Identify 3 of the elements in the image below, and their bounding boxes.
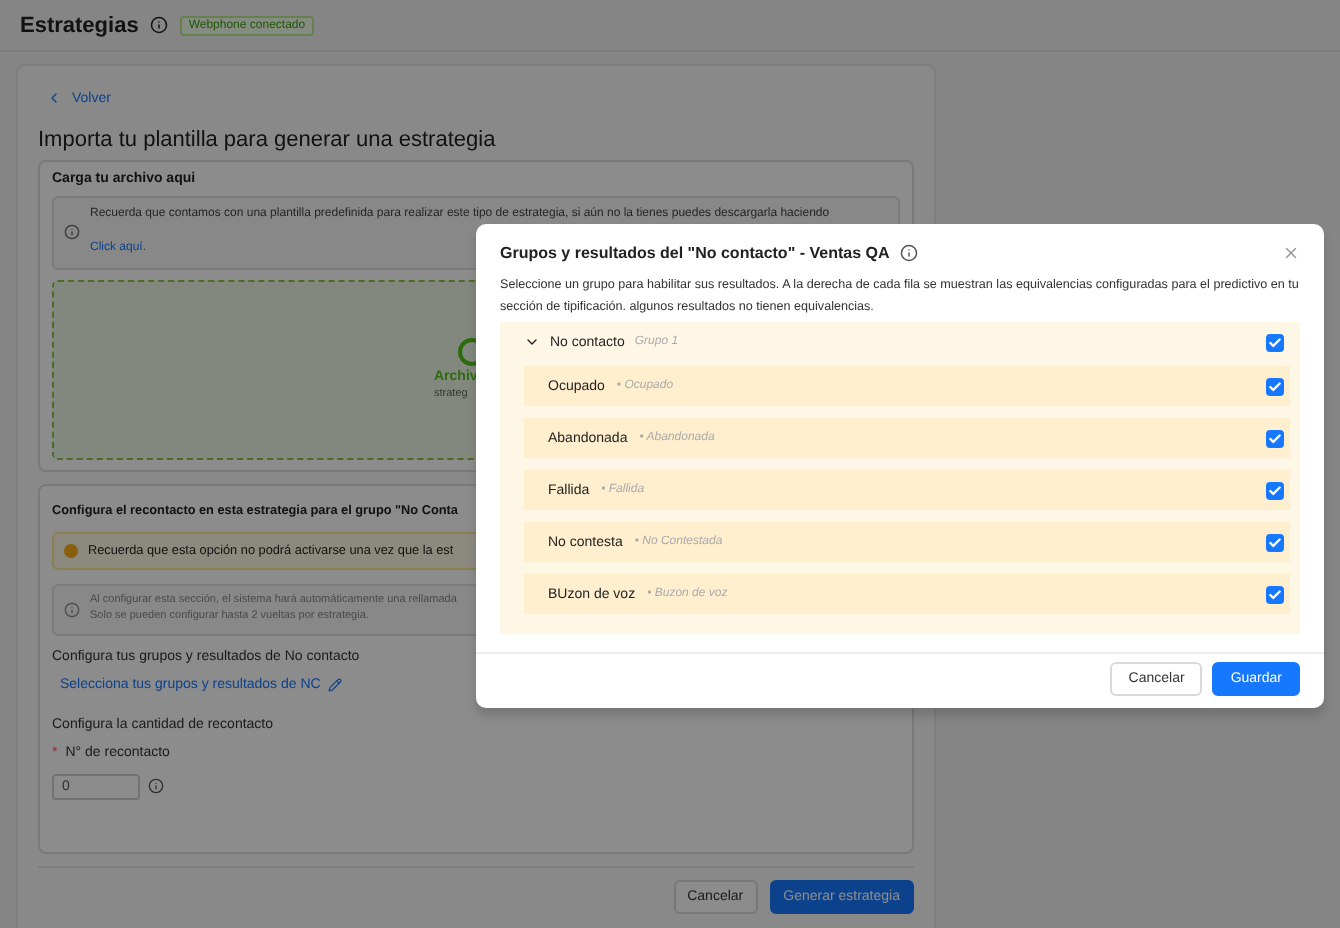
- section-title: Importa tu plantilla para generar una estrategia: [38, 128, 498, 152]
- modal-title: Grupos y resultados del "No contacto" - Ventas QA: [500, 244, 890, 262]
- page-title: Estrategias: [20, 13, 139, 37]
